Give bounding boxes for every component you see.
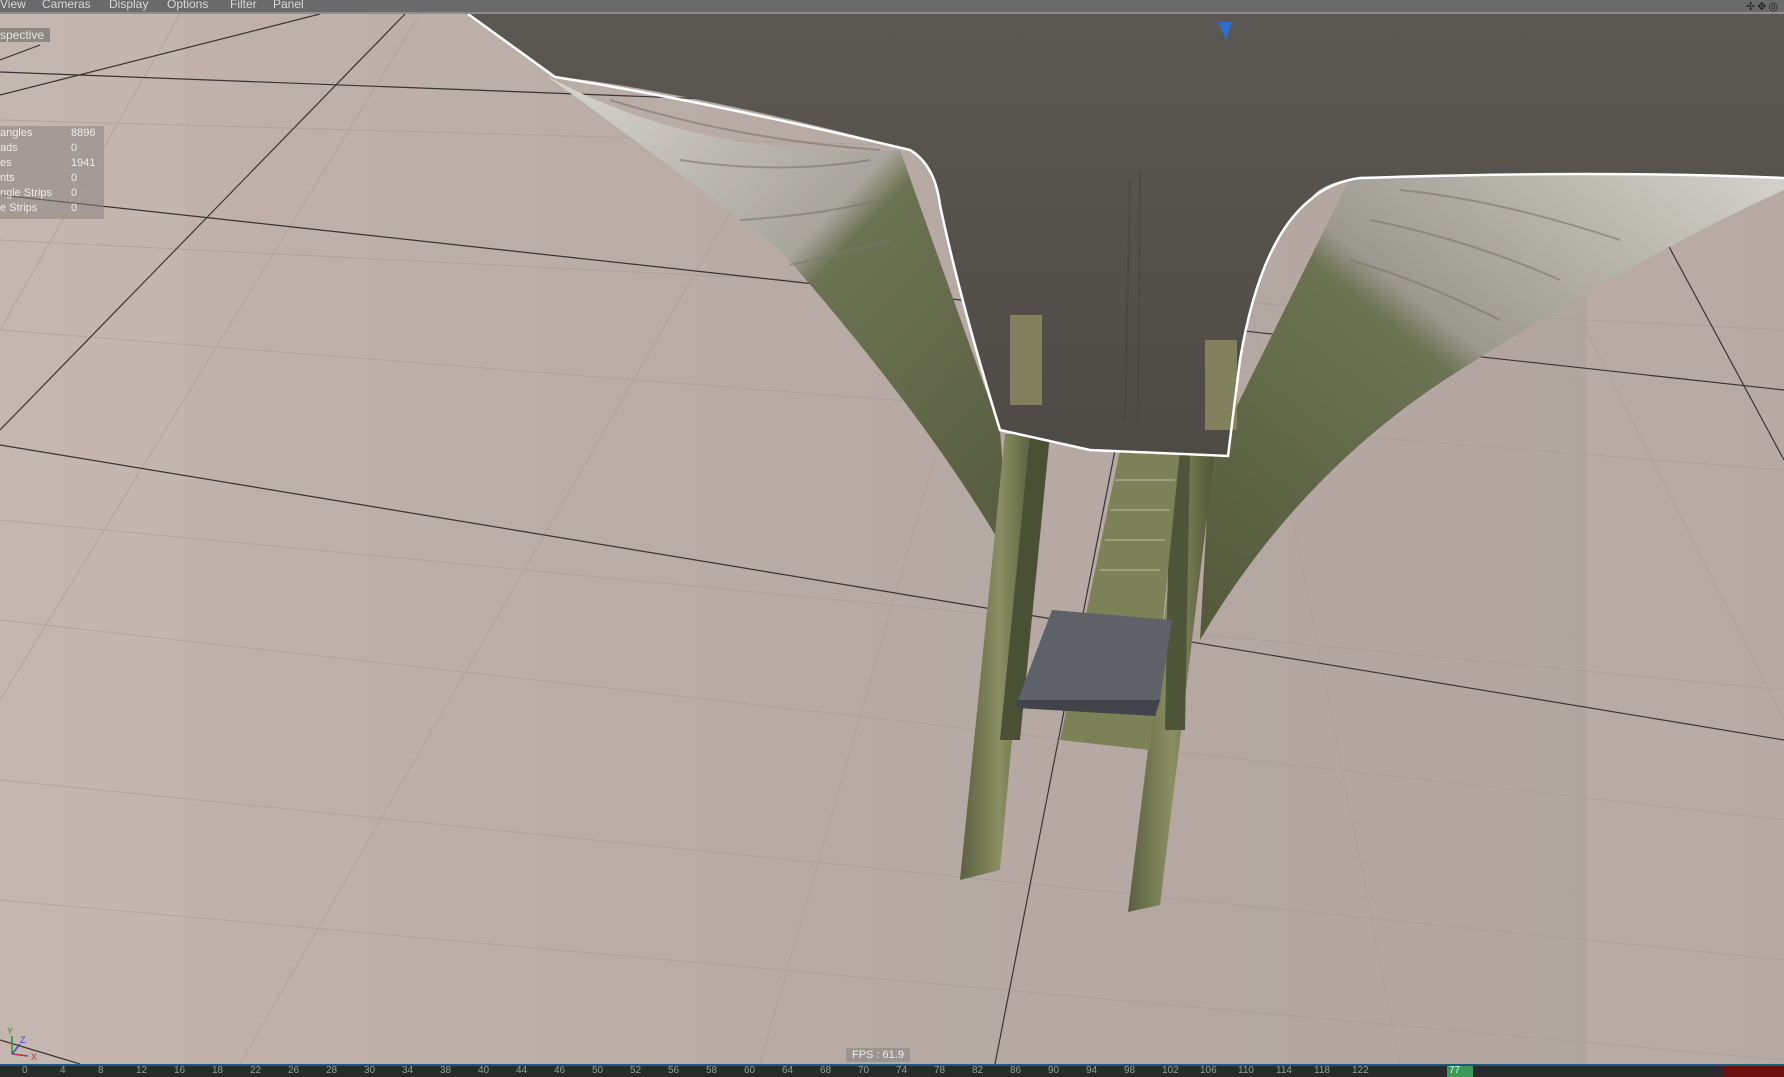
3d-viewport[interactable]: spective angles 8896 ads 0 es 1941 nts 0 ngl… bbox=[0, 14, 1784, 1064]
viewport-camera-label[interactable]: spective bbox=[0, 28, 51, 42]
axis-x-label: X bbox=[31, 1052, 37, 1062]
axis-y-label: Y bbox=[7, 1026, 13, 1036]
timeline-bar[interactable]: 122 118 114 110 106 102 98 94 90 86 82 78 74 70 68 64 60… bbox=[0, 1064, 1784, 1077]
stat-row: nts 0 bbox=[0, 172, 78, 184]
stat-row: ngle Strips 0 bbox=[0, 187, 78, 199]
axis-z-label: Z bbox=[20, 1035, 26, 1045]
fps-counter: FPS : 61.9 bbox=[846, 1048, 910, 1062]
timeline-end-marker bbox=[1724, 1066, 1784, 1077]
stats-overlay: angles 8896 ads 0 es 1941 nts 0 ngle Strips 0… bbox=[0, 126, 104, 219]
menu-cameras[interactable]: Cameras bbox=[42, 0, 91, 11]
stat-row: e Strips 0 bbox=[0, 202, 78, 214]
viewport-scene bbox=[0, 14, 1784, 1064]
menu-view[interactable]: View bbox=[0, 0, 26, 11]
stat-row: ads 0 bbox=[0, 142, 78, 154]
menu-bar: View Cameras Display Options Filter Pane… bbox=[0, 0, 1784, 14]
axis-gizmo-icon: Y Z X bbox=[7, 1026, 37, 1062]
stat-row: angles 8896 bbox=[0, 127, 96, 139]
menu-filter[interactable]: Filter bbox=[230, 0, 257, 11]
menu-panel[interactable]: Panel bbox=[273, 0, 304, 11]
viewport-tools-icon[interactable]: ✢✥◎ bbox=[1746, 0, 1780, 13]
stat-row: es 1941 bbox=[0, 157, 96, 169]
menu-options[interactable]: Options bbox=[167, 0, 208, 11]
bracket-left bbox=[1010, 315, 1042, 405]
menu-display[interactable]: Display bbox=[109, 0, 148, 11]
timeline-current-frame[interactable]: 77 bbox=[1447, 1066, 1473, 1077]
